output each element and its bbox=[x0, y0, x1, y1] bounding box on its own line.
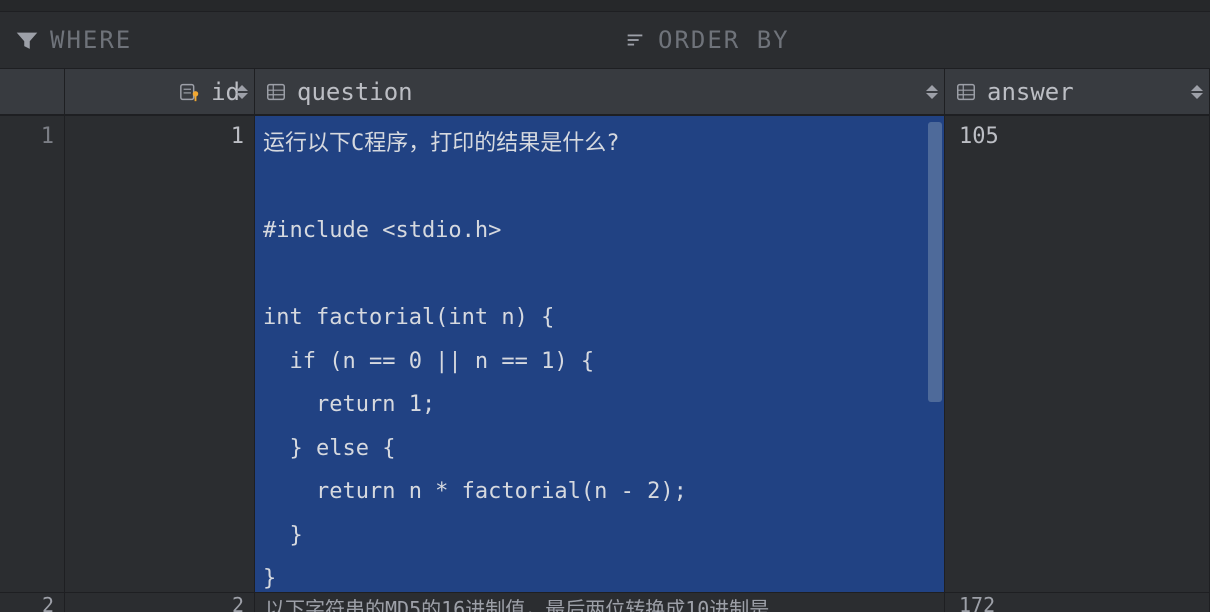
header-question[interactable]: question bbox=[255, 69, 945, 114]
cell-answer[interactable]: 172 bbox=[945, 593, 1210, 612]
cell-answer[interactable]: 105 bbox=[945, 116, 1210, 607]
header-id[interactable]: id bbox=[65, 69, 255, 114]
cell-rownum: 2 bbox=[0, 593, 65, 612]
data-grid: 1 1 运行以下C程序，打印的结果是什么? #include <stdio.h>… bbox=[0, 116, 1210, 612]
cell-id[interactable]: 1 bbox=[65, 116, 255, 607]
cell-question[interactable]: 以下字符串的MD5的16进制值，最后两位转换成10进制是… bbox=[255, 593, 945, 612]
orderby-filter[interactable]: ORDER BY bbox=[608, 12, 1210, 68]
header-question-label: question bbox=[297, 78, 413, 106]
sort-toggle-question[interactable] bbox=[926, 85, 938, 99]
filter-icon bbox=[16, 29, 38, 51]
table-row[interactable]: 1 1 运行以下C程序，打印的结果是什么? #include <stdio.h>… bbox=[0, 116, 1210, 607]
cell-id[interactable]: 2 bbox=[65, 593, 255, 612]
sort-toggle-id[interactable] bbox=[236, 85, 248, 99]
cell-question-text: 运行以下C程序，打印的结果是什么? #include <stdio.h> int… bbox=[263, 131, 687, 591]
cell-question[interactable]: 运行以下C程序，打印的结果是什么? #include <stdio.h> int… bbox=[255, 116, 945, 607]
key-column-icon bbox=[179, 81, 201, 103]
where-filter[interactable]: WHERE bbox=[0, 12, 608, 68]
table-header-row: id question answer bbox=[0, 69, 1210, 116]
sort-toggle-answer[interactable] bbox=[1191, 85, 1203, 99]
header-answer-label: answer bbox=[987, 78, 1074, 106]
table-column-icon bbox=[265, 81, 287, 103]
header-rownum[interactable] bbox=[0, 69, 65, 114]
orderby-label: ORDER BY bbox=[658, 26, 790, 54]
table-row[interactable]: 2 2 以下字符串的MD5的16进制值，最后两位转换成10进制是… 172 bbox=[0, 592, 1210, 612]
scrollbar-thumb[interactable] bbox=[928, 122, 942, 402]
filter-bar: WHERE ORDER BY bbox=[0, 12, 1210, 69]
sort-icon bbox=[624, 29, 646, 51]
where-label: WHERE bbox=[50, 26, 132, 54]
cell-rownum: 1 bbox=[0, 116, 65, 607]
table-column-icon bbox=[955, 81, 977, 103]
top-toolbar-strip bbox=[0, 0, 1210, 12]
header-answer[interactable]: answer bbox=[945, 69, 1210, 114]
